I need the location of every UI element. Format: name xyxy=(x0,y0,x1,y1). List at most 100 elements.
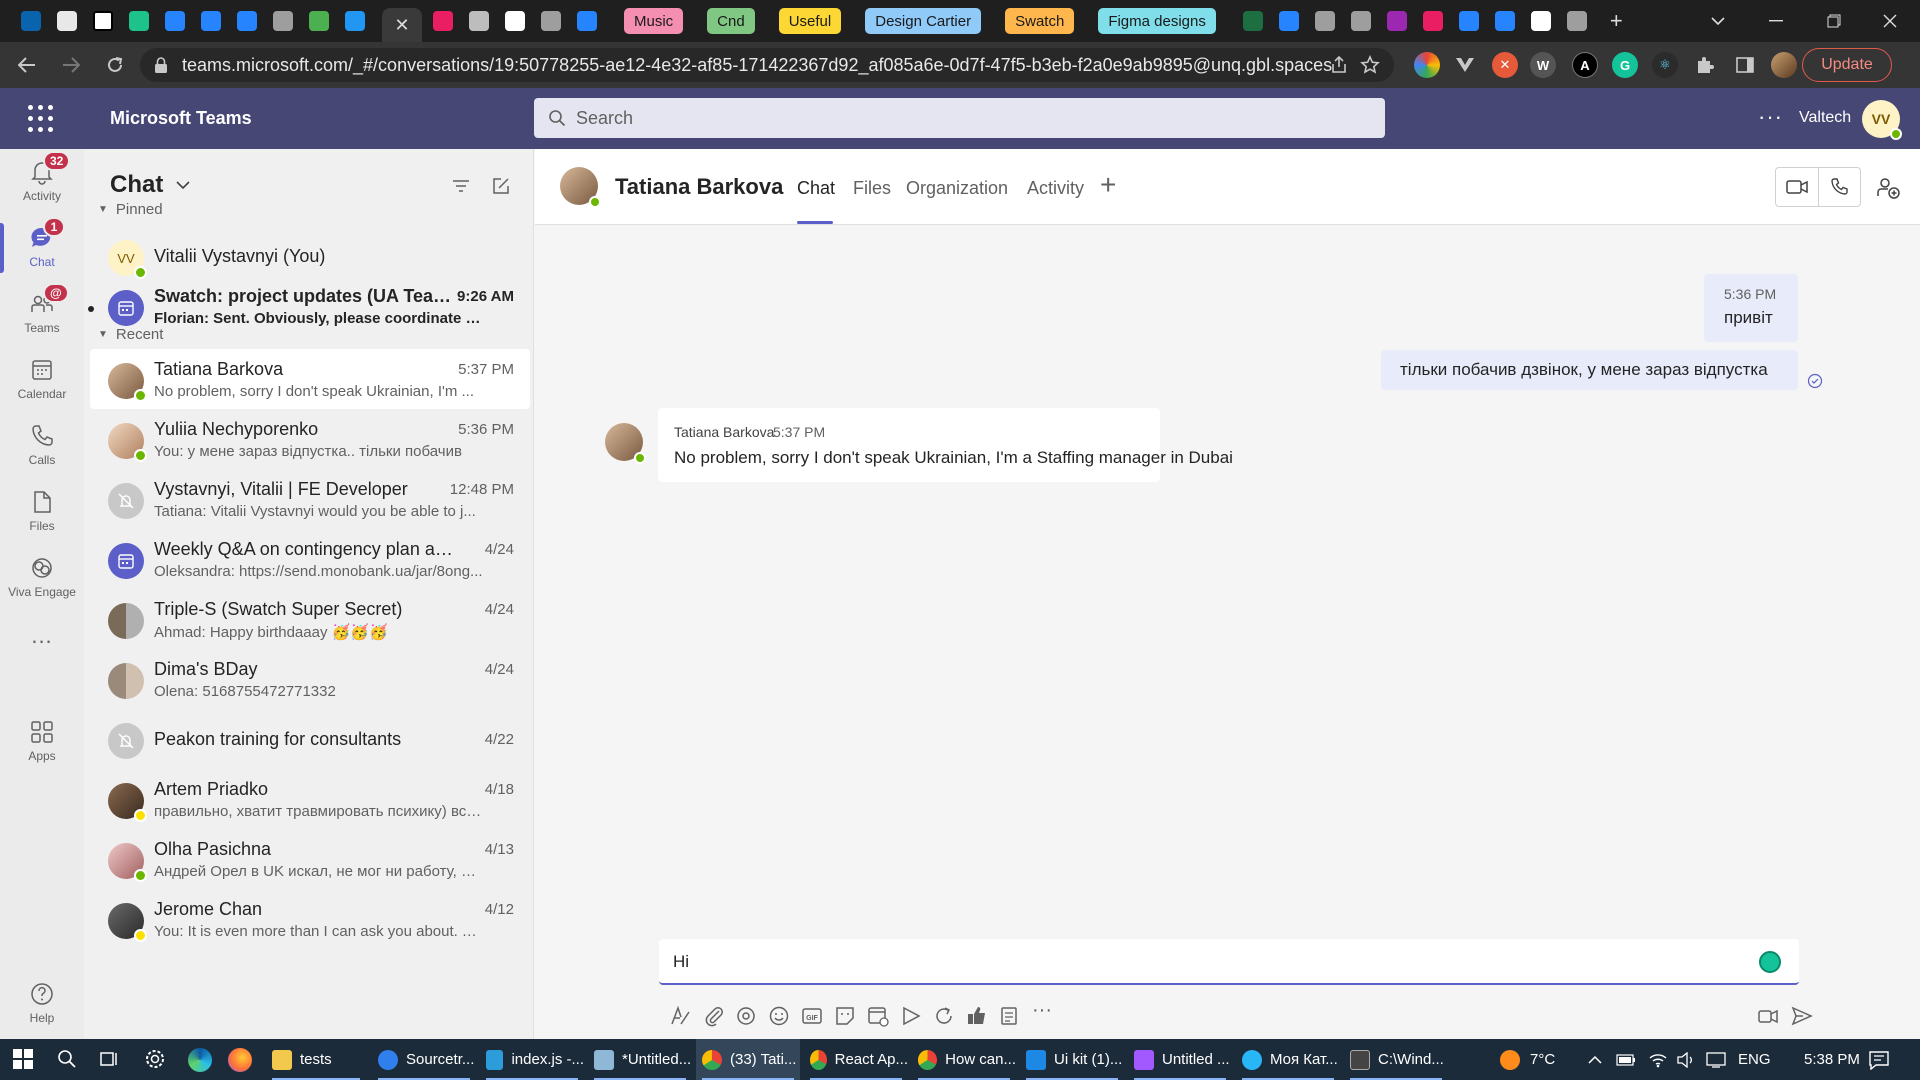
filter-icon[interactable] xyxy=(450,175,472,197)
bookmark-music[interactable]: Music xyxy=(624,8,684,34)
color-picker-extension-icon[interactable] xyxy=(1414,52,1440,78)
task-view-icon[interactable] xyxy=(98,1048,122,1072)
wifi-icon[interactable] xyxy=(1648,1039,1668,1080)
tab-jira-4[interactable] xyxy=(574,8,600,34)
new-tab-button[interactable]: + xyxy=(1610,8,1623,34)
chat-item-yuliia-nechyporenko[interactable]: Yuliia Nechyporenko You: у мене зараз ві… xyxy=(90,409,530,469)
taskbar-app-vscode[interactable]: index.js -... xyxy=(480,1039,584,1080)
sent-message[interactable]: 5:36 PM привіт xyxy=(1704,274,1798,342)
bookmark-figma-designs[interactable]: Figma designs xyxy=(1098,8,1216,34)
send-icon[interactable] xyxy=(1791,1005,1813,1027)
reload-icon[interactable] xyxy=(98,48,132,82)
video-clip-icon[interactable] xyxy=(1757,1005,1779,1027)
clock[interactable]: 5:38 PM xyxy=(1804,1039,1860,1080)
bookmark-useful[interactable]: Useful xyxy=(778,8,842,34)
app-launcher-icon[interactable] xyxy=(28,105,56,133)
taskbar-app-notepad[interactable]: *Untitled... xyxy=(588,1039,692,1080)
window-close-icon[interactable] xyxy=(1862,0,1918,42)
pinned-section-header[interactable]: ▼ Pinned xyxy=(98,201,163,218)
chat-item-olha-pasichna[interactable]: Olha Pasichna Андрей Орел в UK искал, не… xyxy=(90,829,530,889)
compose-input[interactable]: Hi xyxy=(673,952,689,972)
rail-chat[interactable]: 1 Chat xyxy=(0,215,84,281)
taskbar-app-sourcetree[interactable]: Sourcetr... xyxy=(372,1039,476,1080)
settings-more-icon[interactable]: ··· xyxy=(1758,104,1783,130)
tab-jira-3[interactable] xyxy=(234,8,260,34)
edge-icon[interactable] xyxy=(188,1048,212,1072)
sticker-icon[interactable] xyxy=(834,1005,856,1027)
extension-orange-icon[interactable]: ✕ xyxy=(1492,52,1518,78)
extension-w-icon[interactable]: W xyxy=(1530,52,1556,78)
tab-mixed-1[interactable] xyxy=(270,8,296,34)
tab-white[interactable] xyxy=(1528,8,1554,34)
grammarly-extension-icon[interactable]: G xyxy=(1612,52,1638,78)
bookmark-design-cartier[interactable]: Design Cartier xyxy=(865,8,982,34)
rail-files[interactable]: Files xyxy=(0,479,84,545)
more-options-icon[interactable]: ··· xyxy=(1032,999,1054,1021)
bookmark-star-icon[interactable] xyxy=(1360,55,1380,80)
chevron-down-icon[interactable] xyxy=(176,177,190,195)
tab-mixed-4[interactable] xyxy=(466,8,492,34)
gif-icon[interactable]: GIF xyxy=(801,1005,823,1027)
tab-mixed-6[interactable] xyxy=(538,8,564,34)
tab-outlook[interactable] xyxy=(18,8,44,34)
tab-mixed-3[interactable] xyxy=(342,8,368,34)
chat-item-peakon-training[interactable]: Peakon training for consultants 4/22 xyxy=(90,709,530,769)
add-tab-icon[interactable]: + xyxy=(1100,169,1116,201)
tab-activity[interactable]: Activity xyxy=(1027,178,1084,199)
tab-mixed-2[interactable] xyxy=(306,8,332,34)
back-icon[interactable] xyxy=(10,48,44,82)
rail-teams[interactable]: @ Teams xyxy=(0,281,84,347)
tab-mixed-8[interactable] xyxy=(1348,8,1374,34)
taskbar-app-chrome-teams[interactable]: (33) Tati... xyxy=(696,1039,800,1080)
lock-icon[interactable] xyxy=(154,57,168,73)
battery-icon[interactable] xyxy=(1616,1039,1636,1080)
rail-viva-engage[interactable]: Viva Engage xyxy=(0,545,84,611)
notifications-icon[interactable] xyxy=(1868,1039,1890,1080)
tab-mixed-7[interactable] xyxy=(1312,8,1338,34)
extension-a-icon[interactable]: A xyxy=(1572,52,1598,78)
tab-jira-5[interactable] xyxy=(1276,8,1302,34)
chat-item-artem-priadko[interactable]: Artem Priadko правильно, хватит травмиро… xyxy=(90,769,530,829)
windows-start-icon[interactable] xyxy=(12,1048,36,1072)
taskbar-app-figma[interactable]: Untitled ... xyxy=(1128,1039,1232,1080)
sent-message[interactable]: тільки побачив дзвінок, у мене зараз від… xyxy=(1381,350,1798,390)
extensions-puzzle-icon[interactable] xyxy=(1692,52,1718,78)
profile-avatar[interactable] xyxy=(1771,52,1797,78)
tab-excel[interactable] xyxy=(1240,8,1266,34)
chat-item-weekly-qa[interactable]: Weekly Q&A on contingency plan and ... O… xyxy=(90,529,530,589)
chat-list-title[interactable]: Chat xyxy=(110,171,163,199)
rail-calendar[interactable]: Calendar xyxy=(0,347,84,413)
forward-icon[interactable] xyxy=(54,48,88,82)
recent-section-header[interactable]: ▼ Recent xyxy=(98,326,163,343)
tab-pink-2[interactable] xyxy=(1420,8,1446,34)
audio-call-icon[interactable] xyxy=(1817,168,1861,206)
video-call-icon[interactable] xyxy=(1776,168,1818,206)
weather-widget[interactable]: 7°C xyxy=(1500,1039,1555,1080)
vue-devtools-icon[interactable] xyxy=(1452,52,1478,78)
tab-purple[interactable] xyxy=(1384,8,1410,34)
tab-pink[interactable] xyxy=(430,8,456,34)
grammarly-icon[interactable] xyxy=(1759,951,1781,973)
taskbar-app-ui-kit[interactable]: Ui kit (1)... xyxy=(1020,1039,1124,1080)
url-bar[interactable]: teams.microsoft.com/_#/conversations/19:… xyxy=(140,48,1394,82)
emoji-icon[interactable] xyxy=(768,1005,790,1027)
tab-files[interactable]: Files xyxy=(853,178,891,199)
settings-gear-icon[interactable] xyxy=(144,1048,168,1072)
tab-jira-6[interactable] xyxy=(1456,8,1482,34)
taskbar-app-telegram[interactable]: Моя Кат... xyxy=(1236,1039,1340,1080)
tab-organization[interactable]: Organization xyxy=(906,178,1008,199)
contact-name[interactable]: Tatiana Barkova xyxy=(615,174,783,200)
new-chat-icon[interactable] xyxy=(490,175,512,197)
rail-help[interactable]: Help xyxy=(0,971,84,1037)
tab-photos[interactable] xyxy=(54,8,80,34)
rail-apps[interactable]: Apps xyxy=(0,709,84,775)
my-avatar[interactable]: VV xyxy=(1862,100,1902,140)
praise-icon[interactable] xyxy=(966,1005,988,1027)
share-icon[interactable] xyxy=(1330,55,1348,79)
bookmark-swatch[interactable]: Swatch xyxy=(1005,8,1075,34)
rail-more[interactable]: ... xyxy=(0,611,84,677)
browser-update-button[interactable]: Update xyxy=(1802,48,1892,82)
received-message[interactable]: Tatiana Barkova 5:37 PM No problem, sorr… xyxy=(658,408,1233,482)
search-input[interactable]: Search xyxy=(534,98,1385,138)
stream-icon[interactable] xyxy=(900,1005,922,1027)
